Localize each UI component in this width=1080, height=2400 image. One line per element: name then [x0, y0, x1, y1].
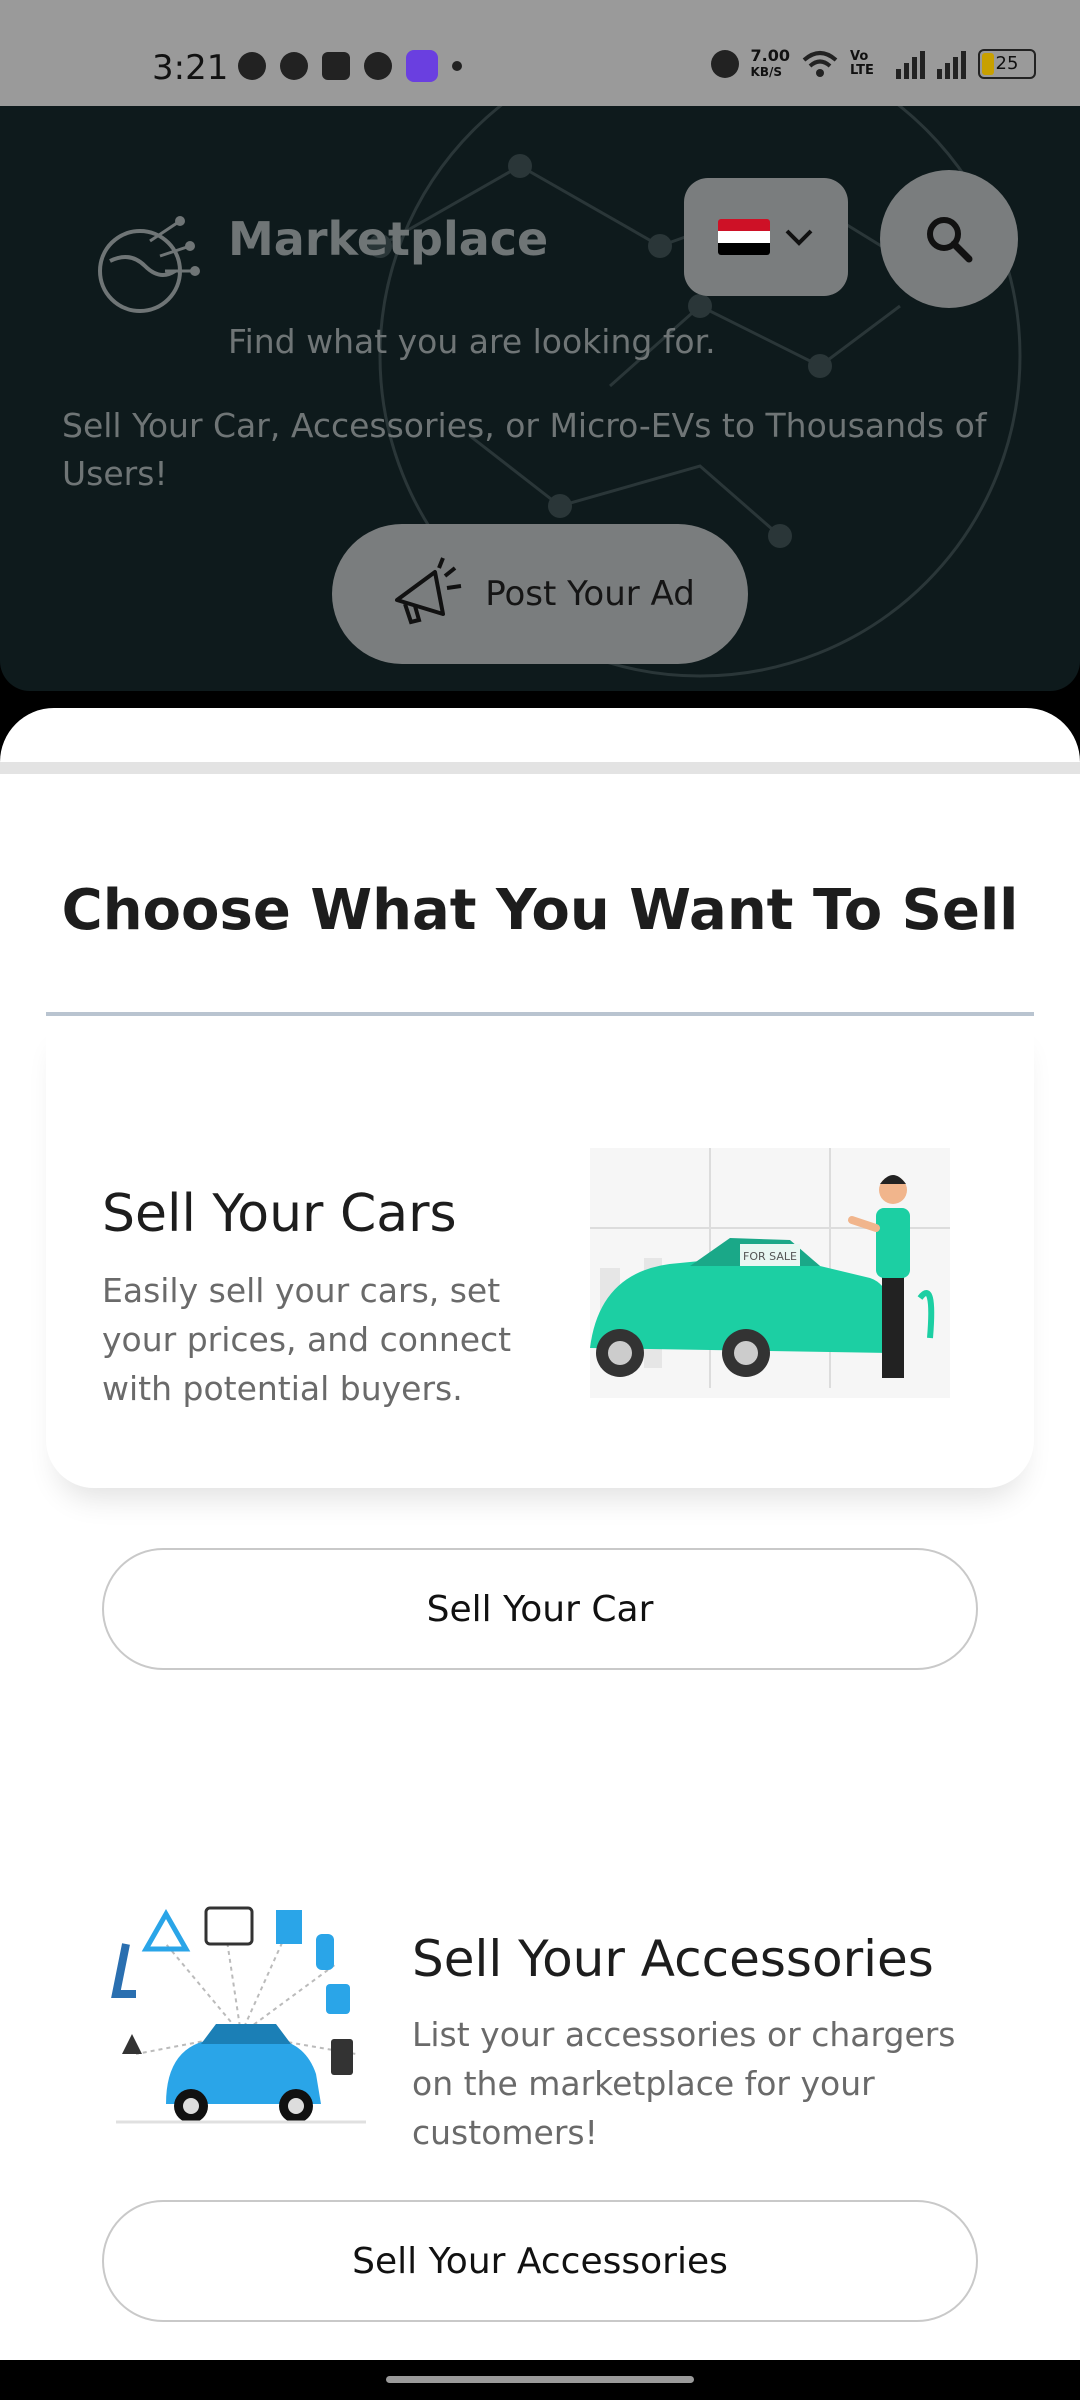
sell-accessories-title: Sell Your Accessories: [412, 1930, 934, 1988]
sell-your-accessories-label: Sell Your Accessories: [352, 2240, 728, 2282]
net-speed: 7.00: [750, 46, 790, 65]
status-bar: 3:21 7.00 KB/S Vo LTE 25: [0, 0, 1080, 106]
post-ad-label: Post Your Ad: [485, 574, 695, 614]
whatsapp-icon: [238, 52, 266, 80]
alarm-icon: [710, 50, 739, 78]
status-time: 3:21: [152, 48, 229, 88]
megaphone-icon: [395, 557, 462, 625]
marketplace-logo: [98, 216, 200, 313]
sell-your-accessories-button[interactable]: Sell Your Accessories: [102, 2200, 978, 2322]
wifi-icon: [802, 51, 838, 77]
hero-description: Sell Your Car, Accessories, or Micro-EVs…: [62, 406, 987, 493]
net-unit: KB/S: [750, 65, 782, 79]
sheet-handle[interactable]: [0, 762, 1080, 774]
cloud-download-icon: [364, 52, 392, 80]
for-sale-sign: FOR SALE: [743, 1250, 797, 1263]
volte-label: Vo LTE: [850, 49, 874, 78]
sheet-title: Choose What You Want To Sell: [61, 878, 1019, 943]
page-subtitle: Find what you are looking for.: [228, 322, 716, 361]
more-notifications-icon: [452, 61, 462, 71]
search-button[interactable]: [880, 170, 1018, 308]
chevron-down-icon: [785, 229, 813, 246]
egypt-flag-icon: [718, 219, 770, 255]
search-icon: [927, 217, 973, 263]
divider: [46, 1012, 1034, 1016]
sell-your-car-label: Sell Your Car: [426, 1588, 654, 1630]
sell-cars-description: Easily sell your cars, set your prices, …: [102, 1271, 512, 1408]
facebook-icon: [280, 52, 308, 80]
battery-icon: 25: [978, 49, 1036, 79]
sell-options-sheet: Choose What You Want To Sell Sell Your C…: [0, 708, 1080, 2360]
page-title: Marketplace: [228, 212, 549, 266]
youtube-icon: [322, 52, 350, 80]
home-indicator[interactable]: [386, 2376, 694, 2383]
sell-accessories-description: List your accessories or chargers on the…: [412, 2015, 956, 2152]
car-for-sale-illustration: FOR SALE: [590, 1148, 950, 1398]
country-selector[interactable]: [684, 178, 848, 296]
signal-icon-2: [937, 49, 966, 79]
sell-cars-title: Sell Your Cars: [102, 1184, 457, 1244]
accessories-illustration: [111, 1906, 366, 2124]
sell-your-car-button[interactable]: Sell Your Car: [102, 1548, 978, 1670]
game-icon: [406, 50, 438, 82]
hero-header: Marketplace Find what you are looking fo…: [0, 106, 1080, 691]
post-ad-button[interactable]: Post Your Ad: [332, 524, 748, 664]
signal-icon: [896, 49, 925, 79]
